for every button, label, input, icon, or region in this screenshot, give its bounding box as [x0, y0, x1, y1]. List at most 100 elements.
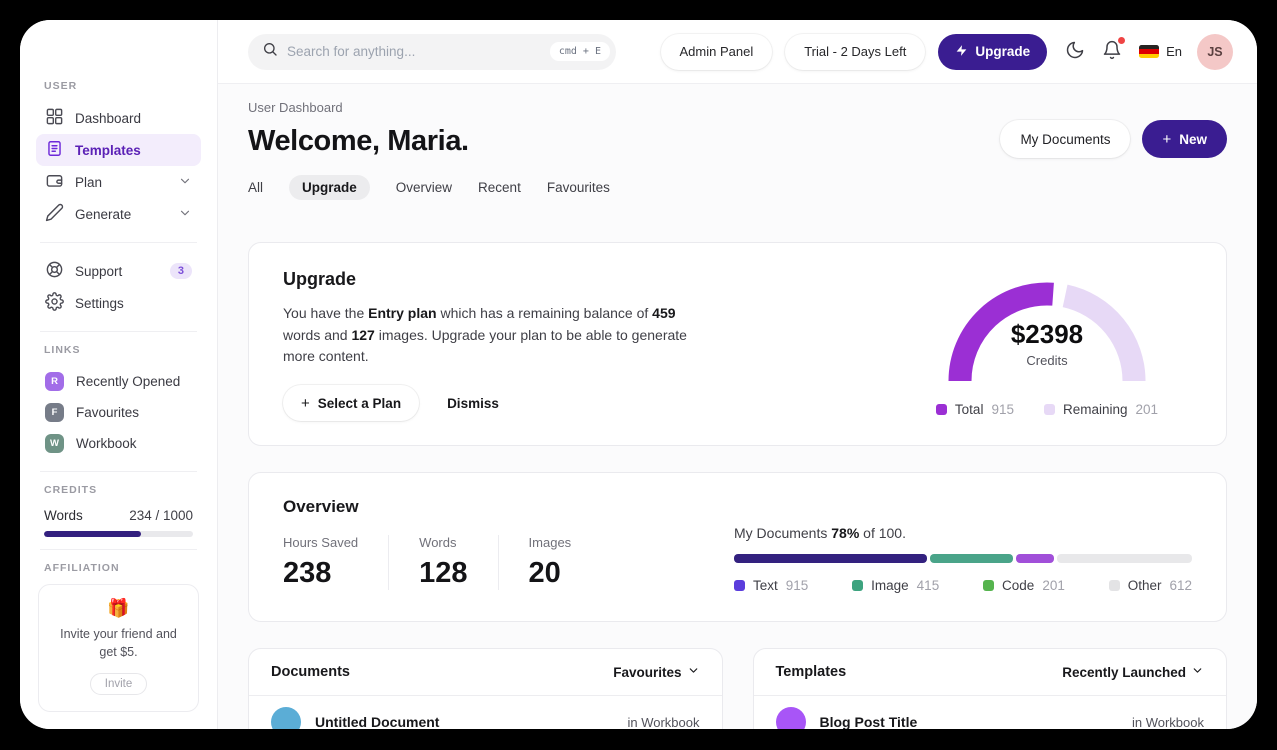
sidebar-item-label: Support [75, 263, 123, 279]
document-list-item[interactable]: Untitled Document in Workbook [249, 696, 722, 729]
stat-words: Words 128 [419, 535, 499, 591]
search-shortcut-badge: cmd + E [549, 42, 610, 61]
user-section-label: USER [44, 80, 78, 92]
legend-swatch [935, 404, 947, 415]
legend-item-other: Other 612 [1108, 578, 1192, 593]
sidebar-item-label: Templates [75, 142, 141, 158]
templates-card-title: Templates [775, 664, 847, 681]
links-section-label: LINKS [44, 344, 81, 356]
upgrade-button[interactable]: Upgrade [938, 33, 1048, 70]
sidebar-item-settings[interactable]: Settings [36, 287, 201, 319]
wallet-icon [45, 171, 64, 193]
link-avatar: W [45, 434, 64, 453]
notification-dot [1118, 37, 1126, 44]
my-documents-button[interactable]: My Documents [1000, 120, 1131, 158]
notifications-button[interactable] [1102, 37, 1126, 63]
sidebar-link-favourites[interactable]: F Favourites [36, 397, 201, 428]
documents-filter-dropdown[interactable]: Favourites [613, 664, 699, 680]
legend-item-code: Code 201 [983, 578, 1065, 593]
tab-favourites[interactable]: Favourites [547, 175, 610, 200]
language-selector[interactable]: En [1139, 44, 1182, 59]
sidebar-link-workbook[interactable]: W Workbook [36, 428, 201, 459]
credits-words-label: Words [44, 508, 83, 523]
document-avatar [271, 707, 301, 729]
affiliation-section-label: AFFILIATION [44, 562, 120, 574]
upgrade-card-title: Upgrade [283, 269, 357, 289]
tab-recent[interactable]: Recent [478, 175, 521, 200]
sidebar-item-templates[interactable]: Templates [36, 134, 201, 166]
bar-segment-other [1057, 554, 1192, 564]
credits-gauge-chart: $2398 Credits [935, 269, 1159, 390]
upgrade-card: Upgrade You have the Entry plan which ha… [248, 242, 1227, 447]
plus-icon: + [301, 394, 310, 412]
search-icon [262, 41, 278, 62]
tab-all[interactable]: All [248, 175, 263, 200]
gauge-legend: Total 915 Remaining 201 [935, 402, 1158, 417]
document-location: in Workbook [627, 714, 700, 729]
user-avatar[interactable]: JS [1197, 33, 1233, 70]
tab-upgrade[interactable]: Upgrade [289, 175, 370, 200]
grid-icon [45, 107, 64, 129]
legend-item-total: Total 915 [935, 402, 1014, 417]
language-label: En [1166, 44, 1182, 59]
sidebar-item-dashboard[interactable]: Dashboard [36, 102, 201, 134]
sidebar-item-label: Settings [75, 295, 124, 311]
sidebar-item-plan[interactable]: Plan [36, 166, 201, 198]
bolt-icon [955, 44, 968, 60]
divider [40, 549, 197, 550]
plus-icon: + [1162, 130, 1172, 148]
documents-progress: My Documents 78% of 100. Text 915 Image … [734, 497, 1192, 593]
app-window: USER Dashboard Templates Plan Generate S… [20, 20, 1257, 729]
documents-card: Documents Favourites Untitled Document i… [248, 648, 723, 729]
legend-swatch [1108, 580, 1120, 592]
bar-segment-text [734, 554, 928, 564]
legend-item-remaining: Remaining 201 [1043, 402, 1158, 417]
link-label: Recently Opened [76, 374, 181, 389]
bar-segment-code [1016, 554, 1055, 564]
moon-icon [1065, 40, 1085, 63]
template-list-item[interactable]: Blog Post Title in Workbook [754, 696, 1227, 729]
legend-swatch [852, 580, 864, 592]
sidebar-link-recently-opened[interactable]: R Recently Opened [36, 366, 201, 397]
documents-progress-title: My Documents 78% of 100. [734, 525, 906, 542]
templates-filter-dropdown[interactable]: Recently Launched [1062, 664, 1204, 680]
credits-gauge-label: Credits [1026, 353, 1068, 368]
credits-gauge-value: $2398 [1010, 319, 1084, 349]
template-avatar [775, 707, 806, 729]
chevron-down-icon [178, 206, 192, 223]
select-plan-button[interactable]: + Select a Plan [283, 385, 420, 422]
admin-panel-button[interactable]: Admin Panel [660, 33, 773, 70]
language-flag-icon [1139, 45, 1160, 58]
overview-card: Overview Hours Saved 238 Words 128 Image… [248, 472, 1227, 623]
documents-stacked-bar [734, 554, 1192, 564]
pencil-icon [45, 203, 64, 225]
upgrade-button-label: Upgrade [975, 44, 1031, 59]
sidebar-item-label: Dashboard [75, 110, 142, 126]
new-button[interactable]: + New [1142, 120, 1227, 158]
breadcrumb: User Dashboard [248, 100, 343, 115]
dark-mode-toggle[interactable] [1065, 40, 1085, 63]
trial-status-badge[interactable]: Trial - 2 Days Left [785, 33, 926, 70]
invite-button[interactable]: Invite [89, 673, 148, 696]
credits-words-value: 234 / 1000 [129, 508, 193, 523]
sidebar-item-label: Generate [75, 206, 132, 222]
chevron-down-icon [178, 174, 192, 191]
bar-segment-image [930, 554, 1014, 564]
templates-card: Templates Recently Launched Blog Post Ti… [752, 648, 1227, 729]
search-input[interactable]: Search for anything... cmd + E [248, 33, 616, 70]
chevron-down-icon [687, 664, 700, 680]
support-count-badge: 3 [169, 263, 192, 279]
dismiss-button[interactable]: Dismiss [447, 396, 499, 411]
words-progress-bar [44, 531, 193, 537]
tab-overview[interactable]: Overview [396, 175, 452, 200]
link-label: Workbook [76, 436, 137, 451]
documents-card-title: Documents [271, 664, 350, 681]
sidebar: USER Dashboard Templates Plan Generate S… [20, 20, 218, 729]
legend-item-text: Text 915 [734, 578, 808, 593]
sidebar-item-generate[interactable]: Generate [36, 198, 201, 230]
filter-tabs: All Upgrade Overview Recent Favourites [248, 175, 1227, 200]
divider [40, 242, 197, 243]
credits-section-label: CREDITS [44, 484, 98, 496]
sidebar-item-support[interactable]: Support 3 [36, 255, 201, 287]
link-avatar: R [45, 372, 64, 391]
